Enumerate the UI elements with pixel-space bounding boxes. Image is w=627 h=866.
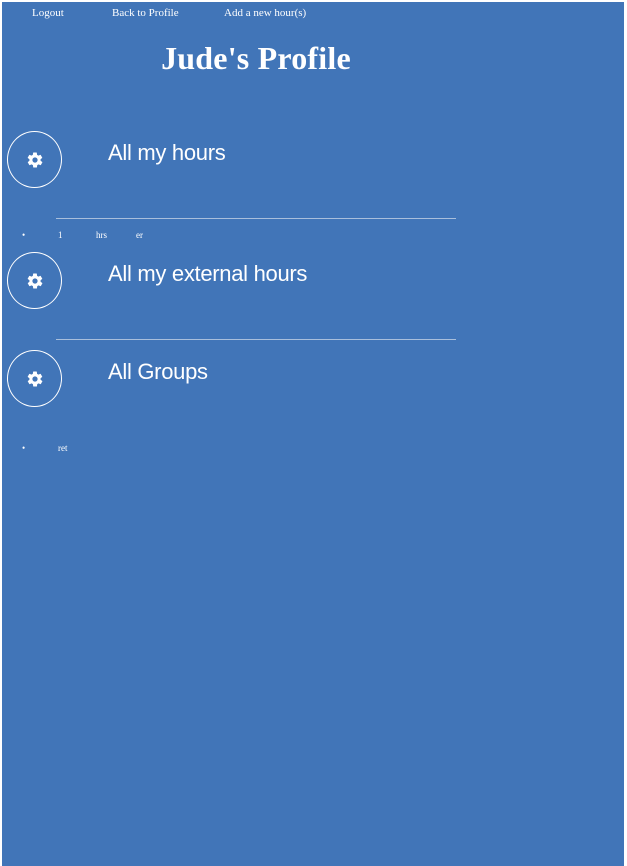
gear-icon[interactable] [7, 350, 62, 407]
gear-icon[interactable] [7, 131, 62, 188]
all-my-hours-heading: All my hours [108, 140, 226, 165]
list-bullet: • [22, 443, 26, 453]
gear-icon-glyph [27, 151, 42, 167]
logout-link[interactable]: Logout [32, 7, 64, 19]
group-name[interactable]: ret [58, 443, 68, 453]
hours-unit: hrs [96, 230, 107, 240]
gear-icon-glyph [27, 272, 42, 288]
all-groups-heading: All Groups [108, 359, 208, 384]
profile-page: Logout Back to Profile Add a new hour(s)… [2, 2, 624, 866]
section-divider [56, 218, 456, 219]
list-item: • ret [2, 443, 302, 455]
back-to-profile-link[interactable]: Back to Profile [112, 7, 179, 19]
all-my-external-hours-heading: All my external hours [108, 261, 308, 286]
add-hours-link[interactable]: Add a new hour(s) [224, 7, 306, 19]
list-bullet: • [22, 230, 26, 240]
section-divider [56, 339, 456, 340]
hours-value: 1 [58, 230, 63, 240]
gear-icon-glyph [27, 370, 42, 386]
page-title: Jude's Profile [161, 40, 351, 76]
list-item: • 1 hrs er [2, 230, 302, 242]
hours-note: er [136, 230, 143, 240]
gear-icon[interactable] [7, 252, 62, 309]
